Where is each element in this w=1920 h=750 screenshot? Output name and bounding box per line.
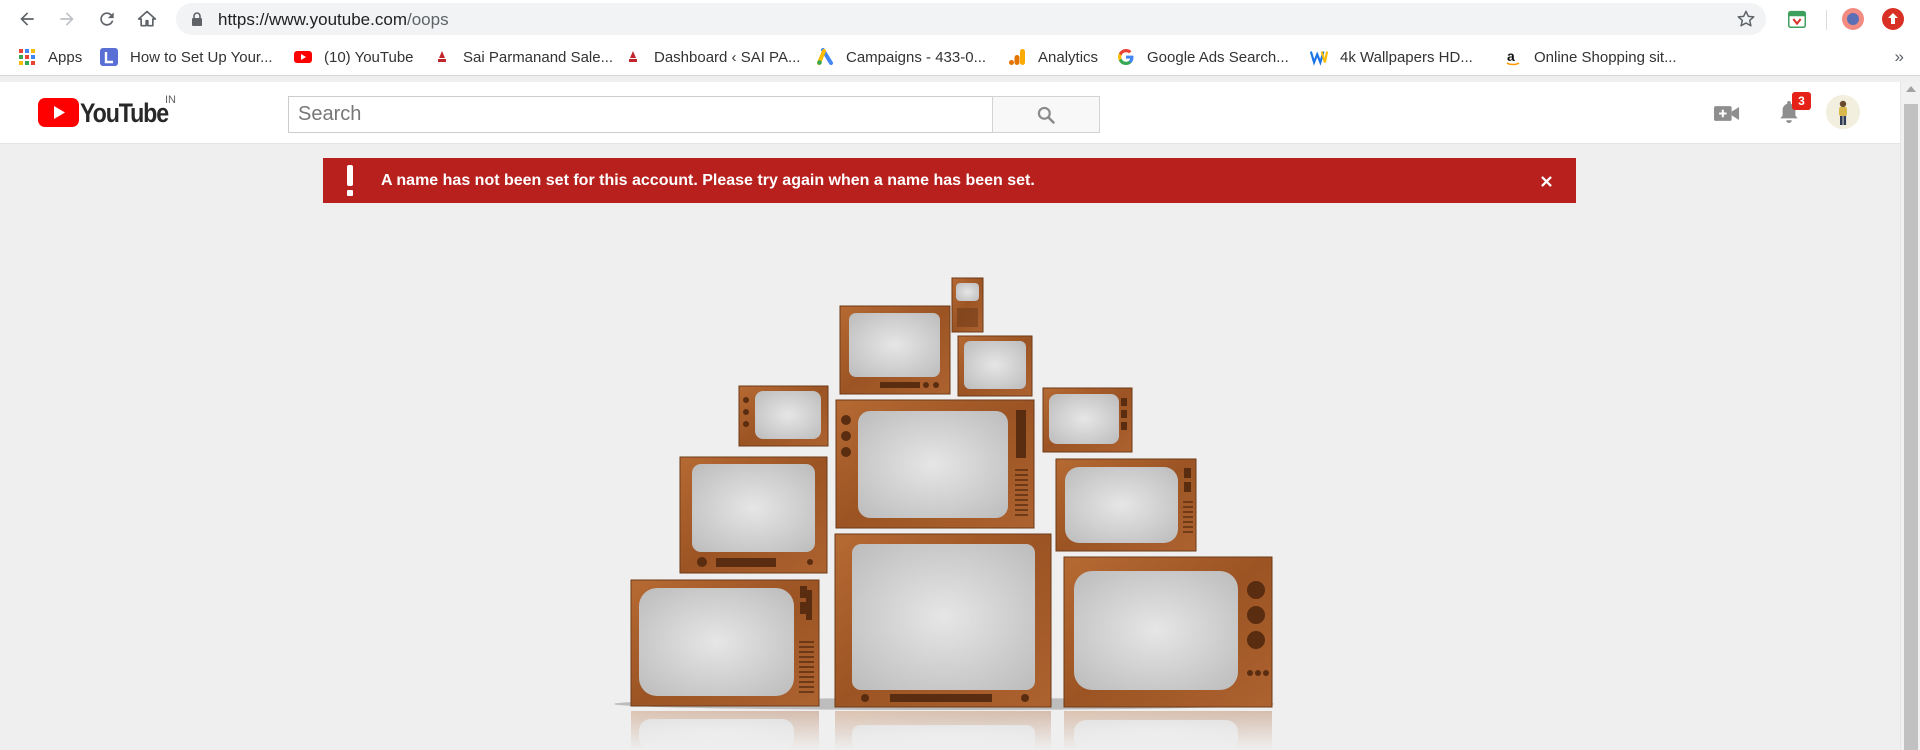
toolbar-divider — [1826, 10, 1827, 30]
youtube-favicon — [294, 48, 312, 66]
profile-avatar-icon — [1842, 8, 1864, 30]
bookmark-label: Google Ads Search... — [1147, 48, 1289, 66]
url-path: /oops — [406, 10, 449, 29]
address-bar[interactable]: https://www.youtube.com/oops — [176, 3, 1766, 35]
bookmark-label: How to Set Up Your... — [130, 48, 273, 66]
tv-left-mid — [679, 456, 828, 574]
tv-bottom-right — [1063, 556, 1273, 708]
search-input[interactable] — [288, 96, 993, 133]
bookmark-star-icon[interactable] — [1736, 9, 1756, 29]
bookmark-label: 4k Wallpapers HD... — [1340, 48, 1473, 66]
account-avatar[interactable] — [1826, 95, 1860, 129]
bookmark-online-shopping[interactable]: a Online Shopping sit... — [1504, 38, 1677, 76]
tv-mid-right-small — [1042, 387, 1133, 453]
exclamation-icon — [347, 165, 353, 196]
bookmark-label: Campaigns - 433-0... — [846, 48, 987, 66]
l-app-icon — [100, 48, 118, 66]
address-url: https://www.youtube.com/oops — [218, 10, 449, 30]
bookmark-label: (10) YouTube — [324, 48, 414, 66]
update-arrow-icon — [1882, 8, 1904, 30]
forward-arrow-icon — [60, 12, 74, 26]
bookmark-analytics[interactable]: Analytics — [1008, 38, 1098, 76]
sai-favicon — [433, 48, 451, 66]
search-icon — [1037, 106, 1055, 124]
user-photo-icon — [1826, 95, 1860, 129]
bookmark-dashboard[interactable]: Dashboard ‹ SAI PA... — [624, 38, 800, 76]
analytics-icon — [1008, 48, 1026, 66]
reload-icon — [100, 12, 114, 26]
profile-button[interactable] — [1840, 6, 1866, 32]
sai-favicon — [624, 48, 642, 66]
amazon-icon: a — [1504, 48, 1522, 66]
bookmarks-bar: Apps How to Set Up Your... (10) YouTube … — [0, 38, 1920, 76]
bookmark-youtube[interactable]: (10) YouTube — [294, 38, 414, 76]
scroll-up-arrow-icon[interactable] — [1906, 86, 1916, 92]
bookmark-4k-wallpapers[interactable]: 4k Wallpapers HD... — [1310, 38, 1473, 76]
more-bookmarks-button[interactable]: » — [1895, 47, 1904, 67]
bookmark-google-ads-search[interactable]: Google Ads Search... — [1117, 38, 1289, 76]
tv-top-right — [957, 335, 1033, 397]
bookmark-label: Online Shopping sit... — [1534, 48, 1677, 66]
error-alert: A name has not been set for this account… — [323, 158, 1576, 203]
tv-top-left — [839, 305, 951, 395]
region-code: IN — [165, 94, 176, 106]
google-g-icon — [1117, 48, 1135, 66]
forward-button[interactable] — [52, 4, 82, 34]
bookmark-label: Apps — [48, 48, 83, 66]
alert-message: A name has not been set for this account… — [381, 172, 1035, 189]
notification-count-badge: 3 — [1792, 92, 1811, 110]
bookmark-apps[interactable]: Apps — [18, 38, 82, 76]
browser-toolbar: https://www.youtube.com/oops — [0, 0, 1920, 38]
bookmark-campaigns[interactable]: Campaigns - 433-0... — [816, 38, 986, 76]
tv-mid-left-small — [738, 385, 829, 447]
scrollbar-thumb[interactable] — [1904, 104, 1918, 750]
bookmark-label: Dashboard ‹ SAI PA... — [654, 48, 801, 66]
w-logo-icon — [1310, 48, 1328, 66]
search-button[interactable] — [992, 96, 1100, 133]
home-button[interactable] — [132, 4, 162, 34]
youtube-masthead: YouTube IN 3 — [0, 82, 1900, 144]
extension-icon[interactable] — [1784, 6, 1810, 32]
google-ads-icon — [816, 48, 834, 66]
lock-icon — [192, 12, 202, 26]
tv-bottom-center — [834, 533, 1052, 708]
calendar-extension-icon — [1788, 10, 1806, 28]
tv-tiny-top — [951, 277, 984, 333]
home-icon — [137, 10, 157, 27]
bookmark-sai-parmanand[interactable]: Sai Parmanand Sale... — [433, 38, 613, 76]
tv-bottom-left — [630, 579, 820, 707]
reflection-fade — [600, 710, 1300, 750]
bookmark-label: Analytics — [1038, 48, 1099, 66]
tv-stack-illustration — [600, 277, 1300, 750]
page-scrollbar[interactable] — [1900, 82, 1920, 750]
upload-video-button[interactable] — [1712, 99, 1742, 127]
url-host: https://www.youtube.com — [218, 10, 407, 29]
svg-text:a: a — [1507, 48, 1515, 64]
back-button[interactable] — [12, 4, 42, 34]
close-icon — [1540, 175, 1552, 187]
bookmark-how-to-set-up[interactable]: How to Set Up Your... — [100, 38, 273, 76]
video-camera-plus-icon — [1714, 105, 1740, 121]
youtube-logo[interactable]: YouTube IN — [38, 94, 182, 128]
youtube-play-icon — [38, 98, 79, 127]
back-arrow-icon — [20, 12, 34, 26]
tv-center-mid — [835, 399, 1035, 529]
tv-right-mid — [1055, 458, 1197, 552]
reload-button[interactable] — [92, 4, 122, 34]
bookmark-label: Sai Parmanand Sale... — [463, 48, 614, 66]
apps-grid-icon — [18, 48, 36, 66]
update-button[interactable] — [1880, 6, 1906, 32]
youtube-wordmark: YouTube — [80, 98, 169, 128]
alert-close-button[interactable] — [1536, 171, 1556, 191]
